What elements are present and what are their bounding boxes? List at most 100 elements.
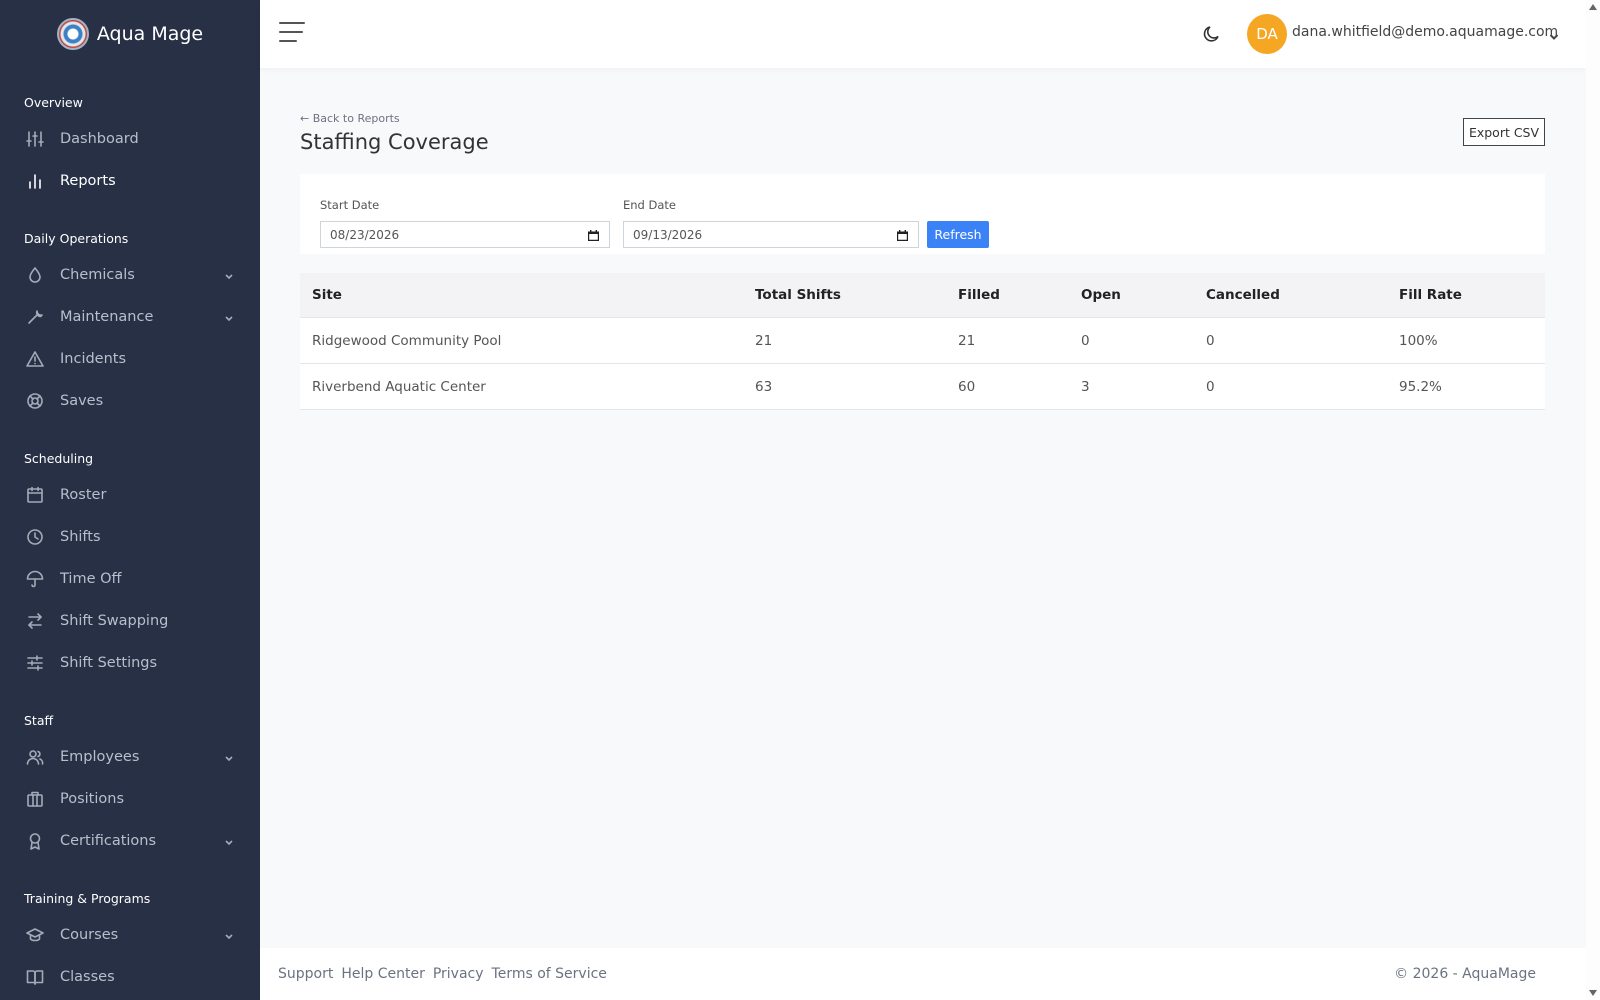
table-header: Site Total Shifts Filled Open Cancelled …	[300, 273, 1545, 318]
column-header-cancelled[interactable]: Cancelled	[1206, 287, 1280, 303]
sidebar-item-classes[interactable]: Classes	[0, 956, 260, 998]
cell-cancelled: 0	[1206, 379, 1215, 395]
award-icon	[26, 832, 44, 850]
sidebar-item-shifts[interactable]: Shifts	[0, 516, 260, 558]
sidebar-item-incidents[interactable]: Incidents	[0, 338, 260, 380]
sidebar-item-label: Time Off	[60, 571, 122, 587]
cell-fill-rate: 100%	[1399, 333, 1438, 349]
footer-links: Support Help Center Privacy Terms of Ser…	[278, 966, 607, 982]
sidebar-item-label: Roster	[60, 487, 107, 503]
cell-total-shifts: 21	[755, 333, 773, 349]
start-date-label: Start Date	[320, 198, 380, 212]
column-header-open[interactable]: Open	[1081, 287, 1121, 303]
dark-mode-toggle-icon[interactable]	[1202, 24, 1222, 44]
calendar-picker-icon[interactable]	[588, 230, 599, 241]
app-name: Aqua Mage	[96, 23, 204, 45]
sidebar-item-dashboard[interactable]: Dashboard	[0, 118, 260, 160]
chevron-down-icon	[224, 930, 234, 940]
sidebar-item-label: Maintenance	[60, 309, 154, 325]
user-menu-email[interactable]: dana.whitfield@demo.aquamage.com	[1292, 24, 1558, 40]
brand[interactable]: Aqua Mage	[0, 0, 260, 68]
footer-link-terms[interactable]: Terms of Service	[492, 966, 607, 982]
aqua-mage-logo-icon	[56, 18, 89, 50]
back-to-reports-link[interactable]: ← Back to Reports	[300, 112, 400, 125]
sidebar-item-label: Dashboard	[60, 131, 139, 147]
section-title-scheduling: Scheduling	[24, 451, 94, 466]
refresh-button[interactable]: Refresh	[927, 221, 989, 248]
cell-open: 3	[1081, 379, 1090, 395]
column-header-fill-rate[interactable]: Fill Rate	[1399, 287, 1462, 303]
footer-link-privacy[interactable]: Privacy	[433, 966, 484, 982]
main-content: ← Back to Reports Staffing Coverage Expo…	[260, 68, 1586, 948]
sidebar-item-time-off[interactable]: Time Off	[0, 558, 260, 600]
alert-triangle-icon	[26, 350, 44, 368]
briefcase-icon	[26, 790, 44, 808]
sidebar-item-roster[interactable]: Roster	[0, 474, 260, 516]
sidebar-item-label: Saves	[60, 393, 104, 409]
chevron-down-icon	[224, 752, 234, 762]
chevron-down-icon[interactable]	[1549, 27, 1559, 40]
menu-toggle-icon[interactable]	[279, 22, 305, 46]
sidebar-item-courses[interactable]: Courses	[0, 914, 260, 956]
graduation-cap-icon	[26, 926, 44, 944]
sidebar: Aqua Mage Overview Dashboard Reports Dai…	[0, 0, 260, 1000]
wrench-icon	[26, 308, 44, 326]
bar-chart-icon	[26, 172, 44, 190]
start-date-input[interactable]: 08/23/2026	[320, 221, 610, 248]
column-header-filled[interactable]: Filled	[958, 287, 1000, 303]
sidebar-item-certifications[interactable]: Certifications	[0, 820, 260, 862]
section-title-staff: Staff	[24, 713, 54, 728]
calendar-picker-icon[interactable]	[897, 230, 908, 241]
avatar[interactable]: DA	[1247, 14, 1287, 54]
book-icon	[26, 968, 44, 986]
sidebar-item-label: Shifts	[60, 529, 101, 545]
swap-icon	[26, 612, 44, 630]
sidebar-item-label: Classes	[60, 969, 115, 985]
sidebar-item-label: Shift Settings	[60, 655, 158, 671]
scroll-down-arrow-icon[interactable]	[1589, 990, 1597, 996]
sidebar-item-saves[interactable]: Saves	[0, 380, 260, 422]
settings-sliders-icon	[26, 654, 44, 672]
sidebar-item-shift-settings[interactable]: Shift Settings	[0, 642, 260, 684]
cell-site: Riverbend Aquatic Center	[312, 379, 486, 395]
droplet-icon	[26, 266, 44, 284]
footer-link-help-center[interactable]: Help Center	[341, 966, 425, 982]
sidebar-item-label: Incidents	[60, 351, 127, 367]
section-title-training-programs: Training & Programs	[24, 891, 151, 906]
sidebar-item-label: Employees	[60, 749, 140, 765]
sidebar-item-chemicals[interactable]: Chemicals	[0, 254, 260, 296]
table-row[interactable]: Ridgewood Community Pool 21 21 0 0 100%	[300, 318, 1545, 364]
section-title-overview: Overview	[24, 95, 83, 110]
start-date-value: 08/23/2026	[330, 227, 400, 242]
column-header-site[interactable]: Site	[312, 287, 342, 303]
sidebar-item-positions[interactable]: Positions	[0, 778, 260, 820]
export-csv-button[interactable]: Export CSV	[1463, 118, 1545, 146]
scroll-up-arrow-icon[interactable]	[1589, 4, 1597, 10]
footer-link-support[interactable]: Support	[278, 966, 333, 982]
sidebar-item-label: Shift Swapping	[60, 613, 169, 629]
date-filter-card: Start Date 08/23/2026 End Date 09/13/202…	[300, 174, 1545, 254]
sidebar-item-employees[interactable]: Employees	[0, 736, 260, 778]
staffing-coverage-table: Site Total Shifts Filled Open Cancelled …	[300, 273, 1545, 410]
end-date-input[interactable]: 09/13/2026	[623, 221, 919, 248]
sidebar-item-maintenance[interactable]: Maintenance	[0, 296, 260, 338]
cell-filled: 21	[958, 333, 976, 349]
page-title: Staffing Coverage	[300, 130, 489, 154]
page-scrollbar[interactable]	[1586, 0, 1600, 1000]
sliders-icon	[26, 130, 44, 148]
sidebar-item-label: Certifications	[60, 833, 157, 849]
section-title-daily-operations: Daily Operations	[24, 231, 129, 246]
footer: Support Help Center Privacy Terms of Ser…	[260, 948, 1586, 1000]
chevron-down-icon	[224, 270, 234, 280]
end-date-value: 09/13/2026	[633, 227, 703, 242]
sidebar-item-shift-swapping[interactable]: Shift Swapping	[0, 600, 260, 642]
table-row[interactable]: Riverbend Aquatic Center 63 60 3 0 95.2%	[300, 364, 1545, 410]
topbar: DA dana.whitfield@demo.aquamage.com	[260, 0, 1586, 68]
cell-open: 0	[1081, 333, 1090, 349]
column-header-total-shifts[interactable]: Total Shifts	[755, 287, 841, 303]
sidebar-item-label: Reports	[60, 173, 116, 189]
sidebar-item-reports[interactable]: Reports	[0, 160, 260, 202]
cell-filled: 60	[958, 379, 976, 395]
sidebar-item-label: Courses	[60, 927, 119, 943]
cell-site: Ridgewood Community Pool	[312, 333, 502, 349]
